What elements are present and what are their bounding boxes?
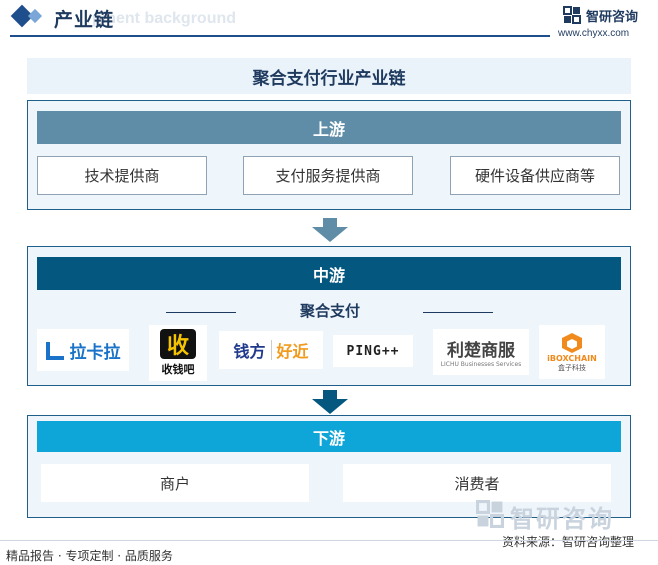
upstream-item-label: 硬件设备供应商等 bbox=[474, 167, 595, 185]
downstream-title: 下游 bbox=[312, 428, 345, 448]
logo-iboxchain-sub: 盒子科技 bbox=[558, 363, 586, 372]
header-divider bbox=[10, 35, 550, 37]
upstream-section: 上游 技术提供商 支付服务提供商 硬件设备供应商等 bbox=[27, 100, 631, 210]
downstream-item-label: 商户 bbox=[159, 474, 190, 493]
lakala-mark-icon bbox=[45, 342, 64, 360]
logo-iboxchain: iBOXCHAIN 盒子科技 bbox=[539, 325, 605, 379]
subtitle-line-left bbox=[166, 312, 236, 313]
downstream-item-consumer: 消费者 bbox=[343, 464, 611, 502]
arrow-down-icon bbox=[312, 390, 348, 414]
upstream-item-tech-provider: 技术提供商 bbox=[37, 156, 207, 195]
logo-ping-text: PING++ bbox=[346, 343, 400, 359]
brand-url[interactable]: www.chyxx.com bbox=[558, 28, 629, 39]
logo-lichu-text: 利楚商服 bbox=[447, 341, 515, 361]
page-title: 产业链 bbox=[54, 9, 115, 31]
brand-name: 智研咨询 bbox=[586, 10, 639, 25]
footer-tagline: 精品报告 · 专项定制 · 品质服务 bbox=[6, 549, 173, 563]
logo-qianfang-haojin: 钱方 好近 bbox=[219, 331, 323, 369]
main-title: 聚合支付行业产业链 bbox=[252, 68, 406, 89]
brand-logo-icon bbox=[563, 6, 581, 24]
upstream-title: 上游 bbox=[312, 119, 345, 139]
logo-shouqianba: 收 收钱吧 bbox=[149, 325, 207, 381]
logo-haojin-text: 好近 bbox=[276, 342, 309, 361]
midstream-title-bar: 中游 bbox=[37, 257, 621, 290]
upstream-item-hardware: 硬件设备供应商等 bbox=[450, 156, 620, 195]
header-diamond-small-icon bbox=[27, 8, 43, 24]
downstream-item-label: 消费者 bbox=[454, 474, 500, 493]
midstream-title: 中游 bbox=[312, 265, 345, 285]
subtitle-line-right bbox=[423, 312, 493, 313]
arrow-down-icon bbox=[312, 218, 348, 242]
footer-divider bbox=[0, 540, 658, 541]
main-title-box: 聚合支付行业产业链 bbox=[27, 58, 631, 94]
logo-qianfang-text: 钱方 bbox=[233, 342, 266, 361]
watermark-logo-icon bbox=[476, 500, 504, 528]
iboxchain-cube-icon bbox=[562, 332, 582, 353]
upstream-item-label: 技术提供商 bbox=[84, 167, 160, 185]
logo-lichu-sub: LICHU Businesses Services bbox=[440, 361, 522, 368]
logo-ping-plus-plus: PING++ bbox=[333, 335, 413, 367]
downstream-item-merchant: 商户 bbox=[41, 464, 309, 502]
logo-separator bbox=[270, 340, 272, 360]
logo-lakala-text: 拉卡拉 bbox=[69, 342, 121, 363]
logo-iboxchain-text: iBOXCHAIN bbox=[547, 353, 597, 363]
upstream-item-label: 支付服务提供商 bbox=[275, 167, 381, 185]
source-note: 资料来源：智研咨询整理 bbox=[502, 535, 635, 549]
upstream-item-payment-service: 支付服务提供商 bbox=[243, 156, 413, 195]
logo-shouqianba-text: 收钱吧 bbox=[161, 363, 195, 376]
logo-shouqianba-mark: 收 bbox=[160, 329, 196, 359]
upstream-title-bar: 上游 bbox=[37, 111, 621, 144]
logo-lichu: 利楚商服 LICHU Businesses Services bbox=[433, 329, 529, 375]
midstream-section: 中游 聚合支付 拉卡拉 收 收钱吧 钱方 好近 PING++ 利楚商服 LICH… bbox=[27, 246, 631, 386]
downstream-title-bar: 下游 bbox=[37, 421, 621, 452]
watermark-text: 智研咨询 bbox=[510, 505, 614, 533]
midstream-subtitle: 聚合支付 bbox=[299, 302, 360, 320]
logo-lakala: 拉卡拉 bbox=[37, 329, 129, 371]
